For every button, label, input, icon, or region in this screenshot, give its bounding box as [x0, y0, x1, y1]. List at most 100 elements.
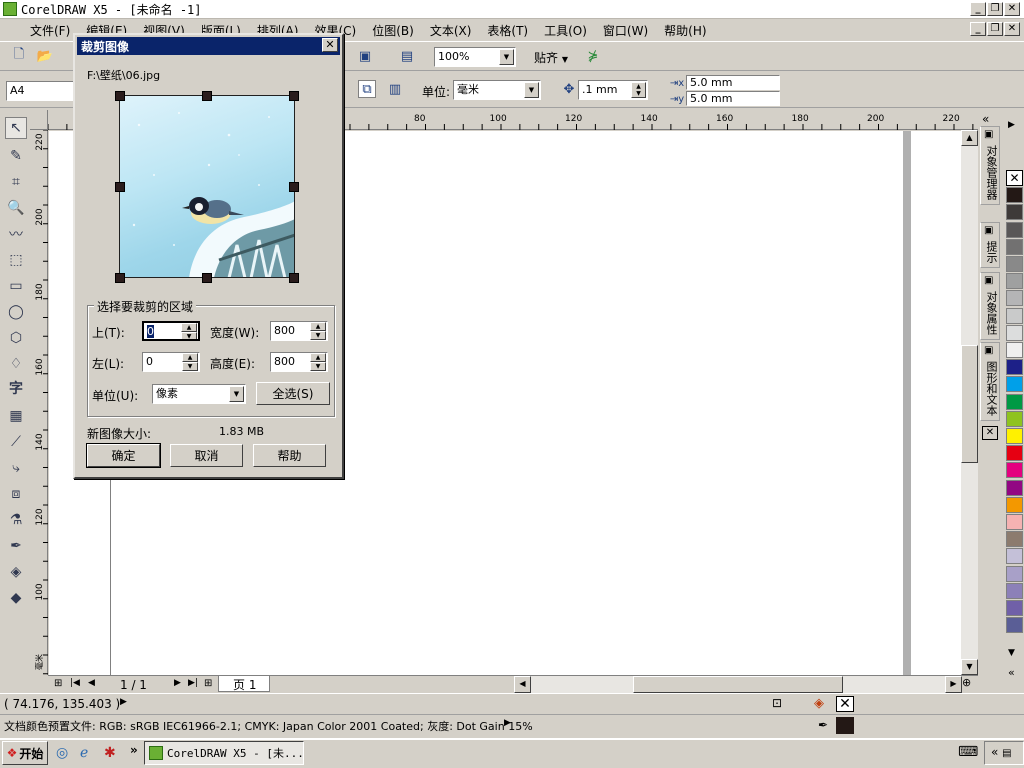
unit-select-dialog[interactable]: 像素 ▼	[152, 384, 246, 404]
palette-swatch[interactable]	[1006, 548, 1023, 565]
palette-swatch[interactable]	[1006, 445, 1023, 462]
outline-pen-icon[interactable]: ✒	[5, 535, 27, 557]
welcome-screen-icon[interactable]: ▤	[398, 47, 416, 65]
duplicate-y-field[interactable]: 5.0 mm	[686, 91, 780, 106]
palette-swatch[interactable]	[1006, 600, 1023, 616]
palette-swatch[interactable]	[1006, 359, 1023, 376]
crop-handle-top-right[interactable]	[289, 91, 299, 101]
docker-tab[interactable]: ▣ 对象属性	[980, 272, 1000, 340]
application-launcher-icon[interactable]: ▣	[356, 47, 374, 65]
crop-handle-bottom-right[interactable]	[289, 273, 299, 283]
palette-scroll-down-icon[interactable]: ▼	[1008, 648, 1015, 658]
dialog-close-button[interactable]: ✕	[322, 38, 338, 52]
expand-status-icon[interactable]: ▶	[120, 697, 127, 707]
current-page-icon[interactable]: ▥	[386, 80, 404, 98]
menu-item[interactable]: 文本(X)	[430, 22, 472, 39]
spinner-icon[interactable]: ▲ ▼	[631, 82, 646, 98]
menu-item[interactable]: 工具(O)	[544, 22, 587, 39]
zoom-level-select[interactable]: 100% ▼	[434, 47, 516, 67]
palette-swatch[interactable]	[1006, 290, 1023, 307]
palette-swatch[interactable]	[1006, 582, 1023, 599]
scroll-up-button[interactable]: ▲	[961, 130, 978, 146]
select-all-button[interactable]: 全选(S)	[256, 382, 330, 405]
palette-swatch[interactable]	[1006, 204, 1023, 221]
duplicate-x-field[interactable]: 5.0 mm	[686, 75, 780, 90]
ie-quicklaunch-icon[interactable]: ℯ	[80, 745, 88, 761]
palette-swatch[interactable]	[1006, 273, 1023, 290]
no-fill-swatch[interactable]: ✕	[1006, 170, 1023, 186]
taskbar-coreldraw-item[interactable]: CorelDRAW X5 - [未...	[144, 741, 304, 765]
scroll-down-button[interactable]: ▼	[961, 659, 978, 675]
chevron-down-icon[interactable]: ▼	[524, 82, 539, 98]
ruler-origin[interactable]	[30, 110, 48, 130]
palette-swatch[interactable]	[1006, 496, 1023, 513]
menu-item[interactable]: 文件(F)	[30, 22, 70, 39]
prev-page-icon[interactable]: ◀	[88, 678, 95, 688]
fill-none-swatch[interactable]: ✕	[836, 696, 854, 712]
chevron-down-icon[interactable]: ▼	[229, 386, 244, 402]
horizontal-scroll-thumb[interactable]	[633, 676, 843, 693]
palette-swatch[interactable]	[1006, 479, 1023, 496]
minimize-button[interactable]: _	[970, 2, 986, 16]
basic-shapes-icon[interactable]: ♢	[5, 353, 27, 375]
left-spinner[interactable]: ▲ ▼	[182, 353, 198, 371]
new-document-icon[interactable]: 🗋	[10, 47, 28, 65]
tray-expand-button[interactable]: « ▤	[984, 741, 1024, 765]
dimension-tool-icon[interactable]: ⟋	[5, 431, 27, 453]
maximize-button[interactable]: ❐	[987, 2, 1003, 16]
zoom-tool-icon[interactable]: 🔍	[5, 197, 27, 219]
ellipse-tool-icon[interactable]: ◯	[5, 301, 27, 323]
docker-tab[interactable]: ▣ 图形和文本	[980, 342, 1000, 421]
palette-swatch[interactable]	[1006, 428, 1023, 444]
height-spinner[interactable]: ▲ ▼	[310, 353, 326, 371]
cancel-button[interactable]: 取消	[170, 444, 243, 467]
text-tool-icon[interactable]: 字	[5, 377, 27, 399]
collapse-docker-icon[interactable]: «	[982, 112, 989, 126]
doc-restore-button[interactable]: ❐	[987, 22, 1003, 36]
keyboard-tray-icon[interactable]: ⌨	[958, 744, 978, 760]
palette-expand-icon[interactable]: «	[1008, 666, 1015, 679]
palette-swatch[interactable]	[1006, 376, 1023, 393]
doc-minimize-button[interactable]: _	[970, 22, 986, 36]
palette-swatch[interactable]	[1006, 342, 1023, 358]
last-page-icon[interactable]: ▶|	[188, 678, 198, 688]
nudge-distance-field[interactable]: .1 mm ▲ ▼	[578, 80, 648, 100]
chrome-quicklaunch-icon[interactable]: ◎	[56, 745, 68, 761]
palette-swatch[interactable]	[1006, 462, 1023, 479]
profile-arrow-icon[interactable]: ▶	[504, 718, 511, 728]
scroll-left-button[interactable]: ◀	[514, 676, 531, 693]
palette-swatch[interactable]	[1006, 410, 1023, 427]
scroll-right-button[interactable]: ▶	[945, 676, 962, 693]
freehand-tool-icon[interactable]: 〰	[5, 223, 27, 245]
top-spinner[interactable]: ▲ ▼	[181, 323, 197, 339]
palette-swatch[interactable]	[1006, 514, 1023, 530]
vertical-scroll-thumb[interactable]	[961, 345, 978, 463]
menu-item[interactable]: 帮助(H)	[664, 22, 706, 39]
quicklaunch-more-icon[interactable]: »	[130, 743, 138, 757]
crop-handle-right[interactable]	[289, 182, 299, 192]
blend-tool-icon[interactable]: ⧈	[5, 483, 27, 505]
all-pages-icon[interactable]: ⧉	[358, 80, 376, 98]
table-tool-icon[interactable]: ▦	[5, 405, 27, 427]
palette-swatch[interactable]	[1006, 531, 1023, 548]
connector-tool-icon[interactable]: ⤷	[5, 457, 27, 479]
close-button[interactable]: ✕	[1004, 2, 1020, 16]
width-spinner[interactable]: ▲ ▼	[310, 322, 326, 340]
palette-swatch[interactable]	[1006, 187, 1023, 204]
crop-frame[interactable]	[119, 95, 295, 278]
smart-fill-icon[interactable]: ⬚	[5, 249, 27, 271]
pick-tool-icon[interactable]: ↖	[5, 117, 27, 139]
crop-handle-top-left[interactable]	[115, 91, 125, 101]
doc-close-button[interactable]: ✕	[1004, 22, 1020, 36]
first-page-icon[interactable]: |◀	[70, 678, 80, 688]
interactive-fill-icon[interactable]: ◆	[5, 587, 27, 609]
palette-swatch[interactable]	[1006, 221, 1023, 238]
menu-item[interactable]: 窗口(W)	[603, 22, 648, 39]
height-input[interactable]: 800 ▲ ▼	[270, 352, 328, 372]
docker-tab[interactable]: ▣ 提示	[980, 222, 1000, 268]
fill-tool-icon[interactable]: ◈	[5, 561, 27, 583]
color-profile-text[interactable]: 文档颜色预置文件: RGB: sRGB IEC61966-2.1; CMYK: …	[4, 718, 533, 734]
polygon-tool-icon[interactable]: ⬡	[5, 327, 27, 349]
palette-swatch[interactable]	[1006, 617, 1023, 634]
next-page-icon[interactable]: ▶	[174, 678, 181, 688]
